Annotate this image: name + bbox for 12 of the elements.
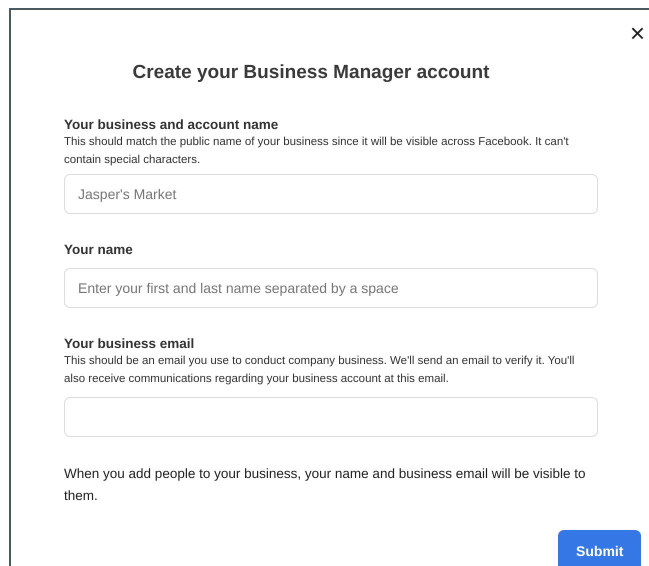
field-help-text: This should match the public name of your business since it will be visible across Facebook. It can't contain special characters. <box>64 135 570 168</box>
input-field[interactable]: Jasper's Market <box>64 174 598 214</box>
field-label: Your business and account name <box>64 116 280 133</box>
info-text: When you add people to your business, your name and business email will be visible to them. <box>64 465 587 505</box>
dialog-title: Create your Business Manager account <box>132 61 490 84</box>
field-label: Your business email <box>64 335 196 352</box>
input-field[interactable] <box>64 397 598 437</box>
field-label: Your name <box>64 241 134 258</box>
submit-button[interactable]: Submit <box>558 530 642 566</box>
close-button[interactable]: × <box>628 20 647 46</box>
input-field[interactable]: Enter your first and last name separated by a space <box>64 268 598 308</box>
field-help-text: This should be an email you use to conduct company business. We'll send an email to verify it. You'll also receive communications regarding your business account at this email. <box>64 354 576 387</box>
